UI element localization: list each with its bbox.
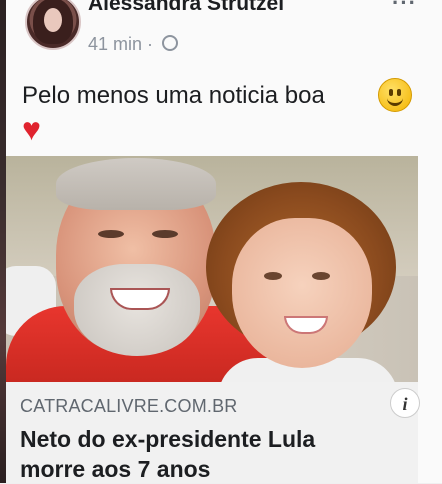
- smiling-face-icon: [378, 78, 412, 112]
- photo-child-face: [232, 218, 372, 368]
- photo-man-hair: [56, 158, 216, 210]
- info-icon[interactable]: i: [390, 388, 420, 418]
- link-title-line-1: Neto do ex-presidente Lula: [20, 426, 316, 452]
- post-text: Pelo menos uma noticia boa: [22, 82, 325, 109]
- globe-icon: [162, 35, 179, 51]
- post-time[interactable]: 41 min: [88, 34, 142, 54]
- photo-man-eye: [98, 230, 124, 238]
- avatar-face: [44, 8, 62, 32]
- meta-separator: ·: [147, 34, 154, 54]
- author-name[interactable]: Alessandra Strutzel: [88, 0, 284, 16]
- photo-child-eye: [264, 272, 282, 280]
- link-title-line-2: morre aos 7 anos: [20, 456, 211, 482]
- more-options-button[interactable]: ···: [392, 0, 417, 16]
- facebook-post: Alessandra Strutzel 41 min · ··· Pelo me…: [0, 0, 442, 483]
- photo-man-beard: [74, 264, 200, 356]
- red-heart-icon: ♥: [22, 111, 41, 147]
- photo-man-eye: [152, 230, 178, 238]
- link-title[interactable]: Neto do ex-presidente Lula morre aos 7 a…: [20, 424, 410, 484]
- link-domain: CATRACALIVRE.COM.BR: [20, 396, 238, 416]
- link-preview-image[interactable]: [6, 156, 418, 382]
- avatar[interactable]: [25, 0, 81, 50]
- photo-child-eye: [312, 272, 330, 280]
- post-meta: 41 min ·: [88, 34, 179, 55]
